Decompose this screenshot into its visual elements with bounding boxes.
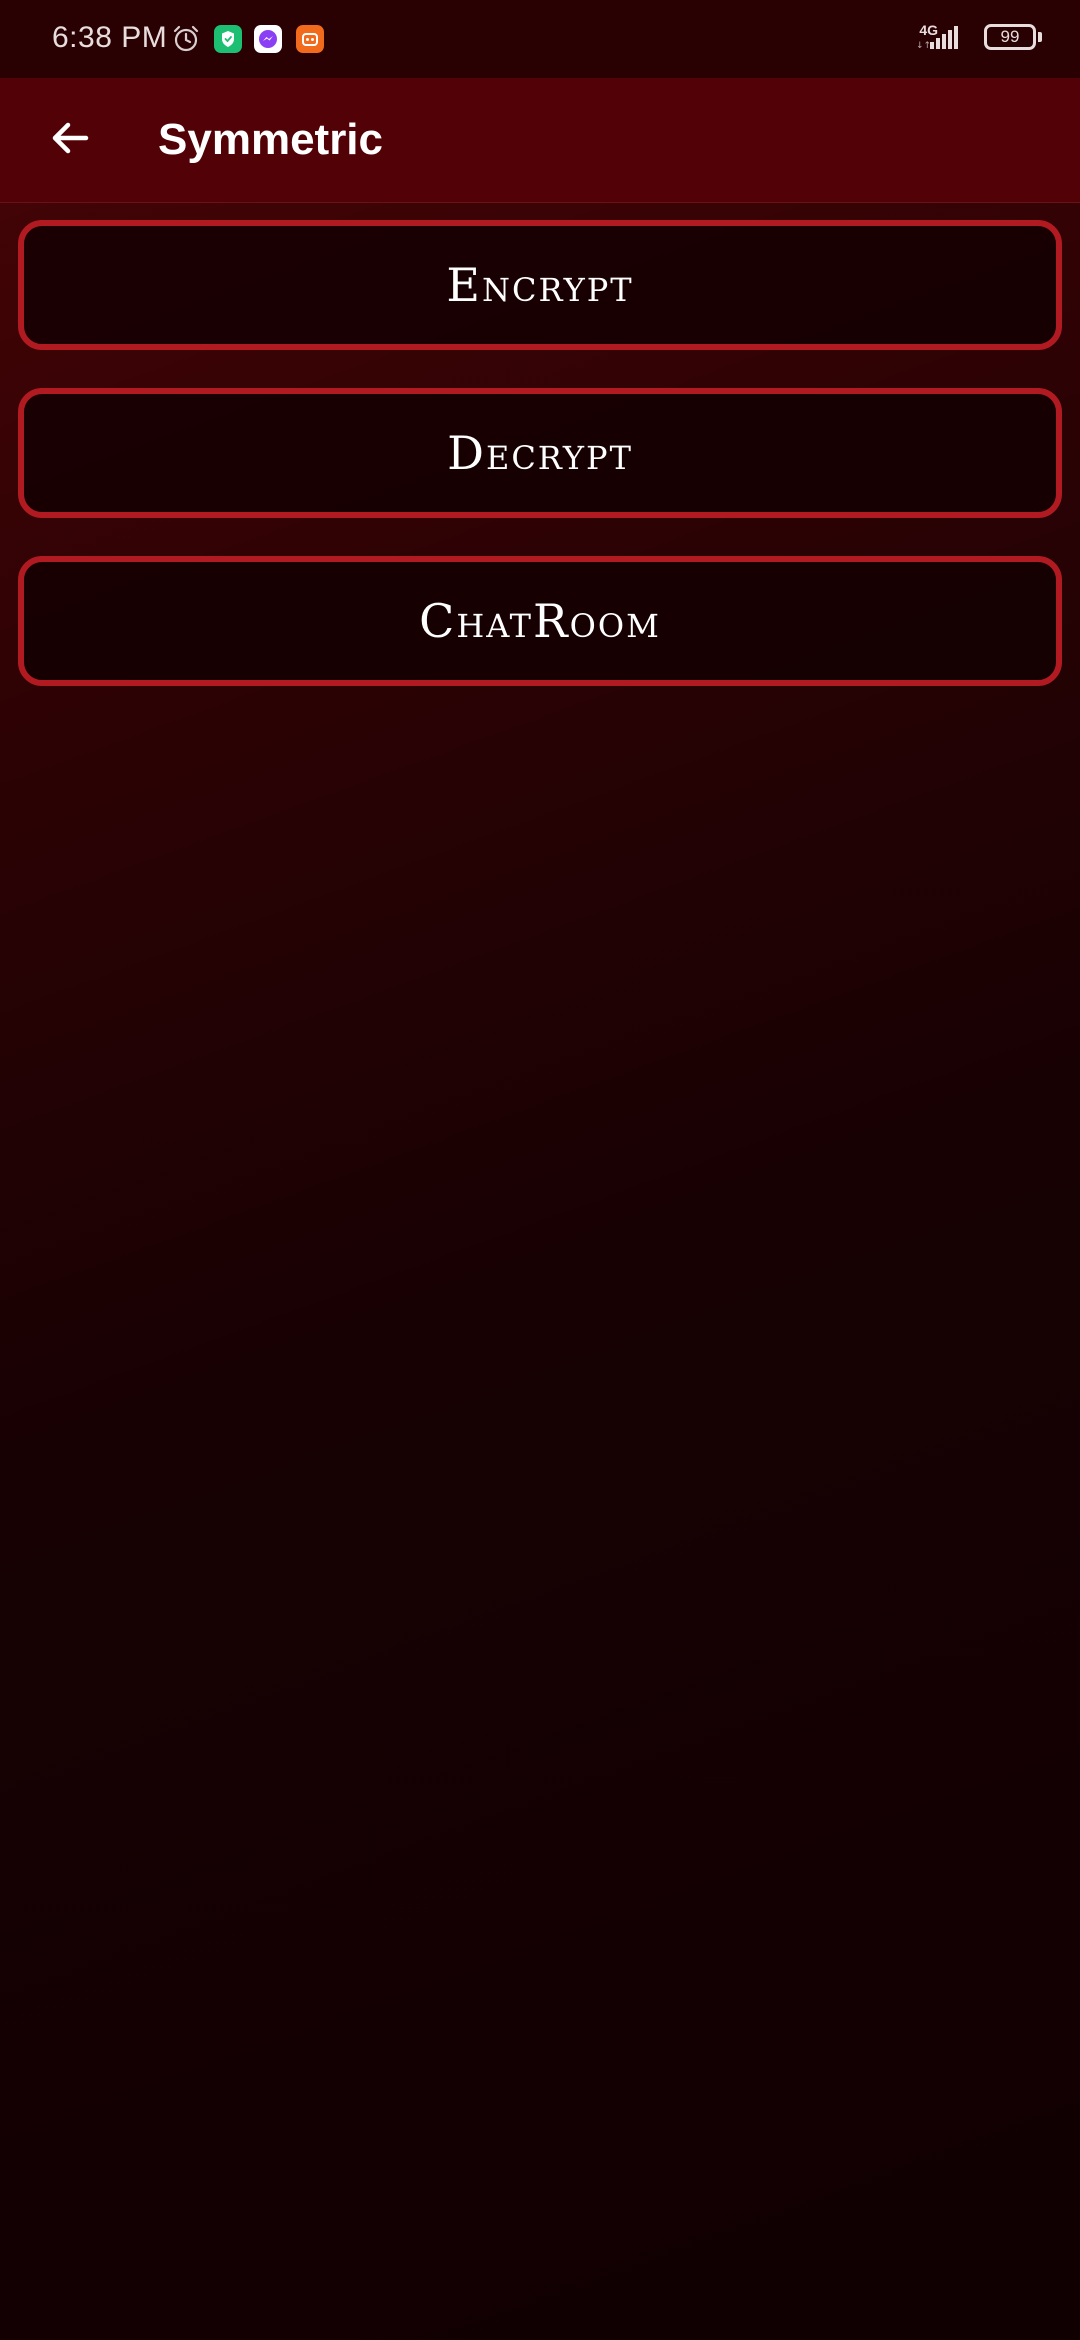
page-title: Symmetric — [158, 115, 384, 164]
orange-app-icon — [296, 25, 324, 53]
battery-icon: 99 — [984, 24, 1036, 50]
chatroom-button-label: ChatRoom — [419, 594, 661, 648]
status-time: 6:38 PM — [52, 21, 168, 54]
arrow-left-icon — [48, 116, 92, 165]
signal-icon: ↓↑ — [916, 26, 962, 55]
encrypt-button[interactable]: Encrypt — [18, 220, 1062, 350]
status-bar: 6:38 PM 4G ↓↑ 99 — [0, 0, 1080, 78]
chatroom-button[interactable]: ChatRoom — [18, 556, 1062, 686]
menu-list: Encrypt Decrypt ChatRoom — [18, 220, 1062, 724]
decrypt-button-label: Decrypt — [447, 426, 633, 480]
svg-text:↓↑: ↓↑ — [916, 41, 931, 50]
alarm-icon — [172, 25, 200, 53]
shield-app-icon — [214, 25, 242, 53]
messenger-icon — [254, 25, 282, 53]
back-button[interactable] — [30, 100, 110, 180]
encrypt-button-label: Encrypt — [446, 258, 634, 312]
battery-tip — [1038, 32, 1042, 42]
decrypt-button[interactable]: Decrypt — [18, 388, 1062, 518]
app-bar: Symmetric — [0, 78, 1080, 203]
battery-level: 99 — [1000, 27, 1020, 46]
